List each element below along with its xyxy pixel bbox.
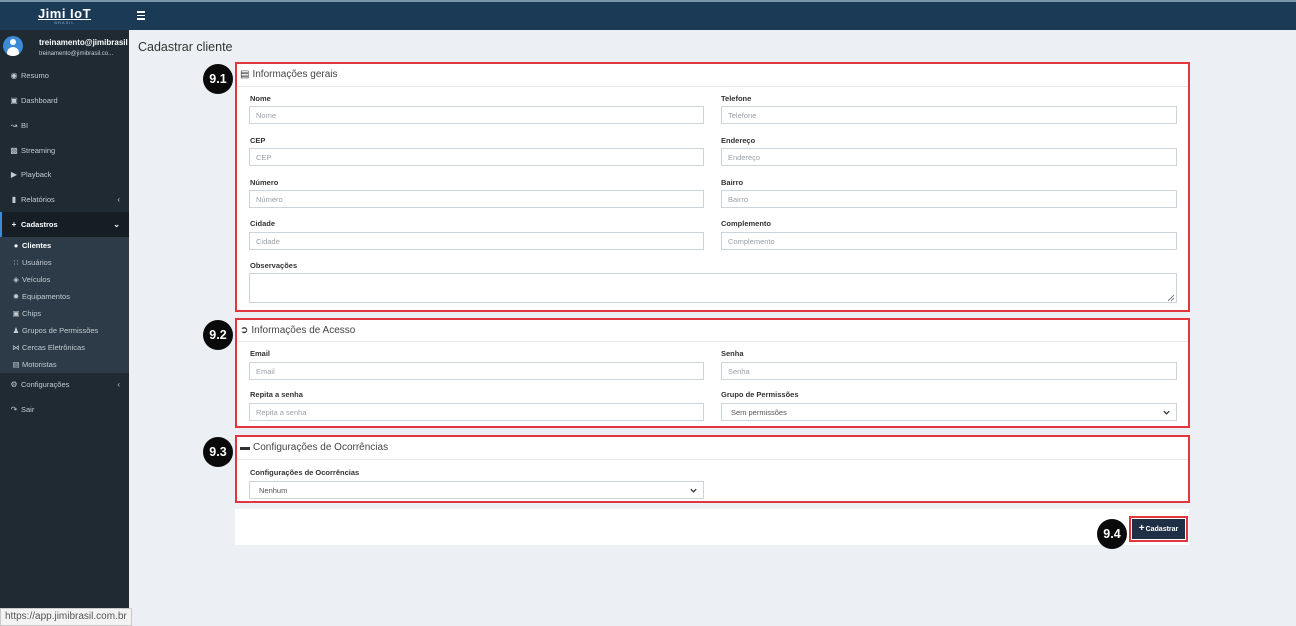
- page-title: Cadastrar cliente: [138, 40, 233, 54]
- chevron-left-icon: ‹: [117, 380, 120, 389]
- highlight-box-access: [235, 318, 1190, 428]
- annotation-badge-9-4: 9.4: [1097, 519, 1127, 549]
- user-email: treinamento@jimibrasil.co...: [39, 51, 114, 57]
- sidebar: treinamento@jimibrasil treinamento@jimib…: [0, 30, 129, 626]
- user-name: treinamento@jimibrasil: [39, 38, 128, 47]
- sidebar-item-cadastros[interactable]: + Cadastros ⌄: [0, 212, 129, 237]
- submenu-item-label: Motoristas: [22, 360, 57, 369]
- status-bar-url: https://app.jimibrasil.com.br: [0, 608, 132, 626]
- cogs-icon: ✹: [12, 292, 20, 301]
- highlight-box-general: [235, 62, 1190, 312]
- submenu-item-clientes[interactable]: ● Clientes: [0, 237, 129, 254]
- submenu-item-veiculos[interactable]: ◈ Veículos: [0, 271, 129, 288]
- submenu-item-label: Grupos de Permissões: [22, 326, 99, 335]
- sign-out-icon: ↷: [10, 405, 18, 414]
- submenu-item-label: Usuários: [22, 258, 52, 267]
- sim-icon: ▣: [12, 309, 20, 318]
- submenu-item-cercas[interactable]: ⋈ Cercas Eletrônicas: [0, 339, 129, 356]
- plus-icon: +: [11, 220, 17, 229]
- user-icon: ●: [13, 241, 19, 250]
- submenu-item-usuarios[interactable]: ∷ Usuários: [0, 254, 129, 271]
- tachometer-icon: ◉: [10, 71, 18, 80]
- annotation-badge-9-1: 9.1: [203, 64, 233, 94]
- sidebar-item-playback[interactable]: ▶ Playback: [0, 162, 129, 187]
- file-icon: ▮: [11, 195, 17, 204]
- sidebar-item-label: Cadastros: [21, 220, 58, 229]
- submenu-item-label: Chips: [22, 309, 42, 318]
- form-actions-panel: [235, 509, 1189, 545]
- sidebar-item-relatorios[interactable]: ▮ Relatórios ‹: [0, 187, 129, 212]
- annotation-badge-9-2: 9.2: [203, 320, 233, 350]
- highlight-box-occurrences: [235, 435, 1190, 503]
- brand-logo[interactable]: Jimi IoT BRASIL: [0, 2, 129, 30]
- sidebar-item-configuracoes[interactable]: ⚙ Configurações ‹: [0, 372, 129, 397]
- chart-icon: ↝: [10, 121, 18, 130]
- submenu-item-equipamentos[interactable]: ✹ Equipamentos: [0, 288, 129, 305]
- sidebar-item-label: Sair: [21, 405, 35, 414]
- car-icon: ◈: [13, 275, 19, 284]
- logo-subtext: BRASIL: [54, 20, 75, 25]
- sidebar-item-bi[interactable]: ↝ BI: [0, 113, 129, 138]
- top-navbar: Jimi IoT BRASIL: [0, 0, 1296, 30]
- user-group-icon: ♟: [12, 326, 20, 335]
- user-panel: treinamento@jimibrasil treinamento@jimib…: [0, 30, 129, 64]
- submenu-item-chips[interactable]: ▣ Chips: [0, 305, 129, 322]
- sidebar-item-label: Streaming: [21, 146, 56, 155]
- id-card-icon: ▤: [12, 360, 20, 369]
- cadastros-submenu: ● Clientes ∷ Usuários ◈ Veículos ✹ Equip…: [0, 237, 129, 373]
- sidebar-item-label: Relatórios: [21, 195, 55, 204]
- sidebar-item-label: Playback: [21, 170, 52, 179]
- logo-text: Jimi IoT: [37, 6, 92, 21]
- cadastrar-button[interactable]: + Cadastrar: [1132, 519, 1185, 539]
- play-circle-icon: ▶: [10, 170, 18, 179]
- sidebar-item-streaming[interactable]: ▩ Streaming: [0, 138, 129, 163]
- menu-toggle-icon[interactable]: [137, 9, 147, 21]
- sidebar-item-dashboard[interactable]: ▣ Dashboard: [0, 88, 129, 113]
- film-icon: ▩: [10, 146, 18, 155]
- submenu-item-label: Cercas Eletrônicas: [22, 343, 85, 352]
- submenu-item-label: Veículos: [22, 275, 51, 284]
- submenu-item-label: Clientes: [22, 241, 52, 250]
- submenu-item-grupos-permissoes[interactable]: ♟ Grupos de Permissões: [0, 322, 129, 339]
- sidebar-item-sair[interactable]: ↷ Sair: [0, 397, 129, 422]
- sidebar-item-label: Resumo: [21, 71, 49, 80]
- sidebar-item-label: Dashboard: [21, 96, 58, 105]
- sidebar-item-label: Configurações: [21, 380, 70, 389]
- users-icon: ∷: [13, 258, 19, 267]
- submenu-item-label: Equipamentos: [22, 292, 70, 301]
- monitor-icon: ▣: [10, 96, 18, 105]
- sidebar-item-label: BI: [21, 121, 29, 130]
- button-label: Cadastrar: [1145, 525, 1179, 533]
- plus-icon: +: [1138, 523, 1145, 534]
- chevron-left-icon: ‹: [117, 195, 120, 204]
- avatar: [3, 36, 23, 56]
- gear-icon: ⚙: [10, 380, 18, 389]
- fence-icon: ⋈: [12, 343, 20, 352]
- submenu-item-motoristas[interactable]: ▤ Motoristas: [0, 356, 129, 373]
- sidebar-item-resumo[interactable]: ◉ Resumo: [0, 63, 129, 88]
- annotation-badge-9-3: 9.3: [203, 437, 233, 467]
- chevron-down-icon: ⌄: [113, 220, 120, 229]
